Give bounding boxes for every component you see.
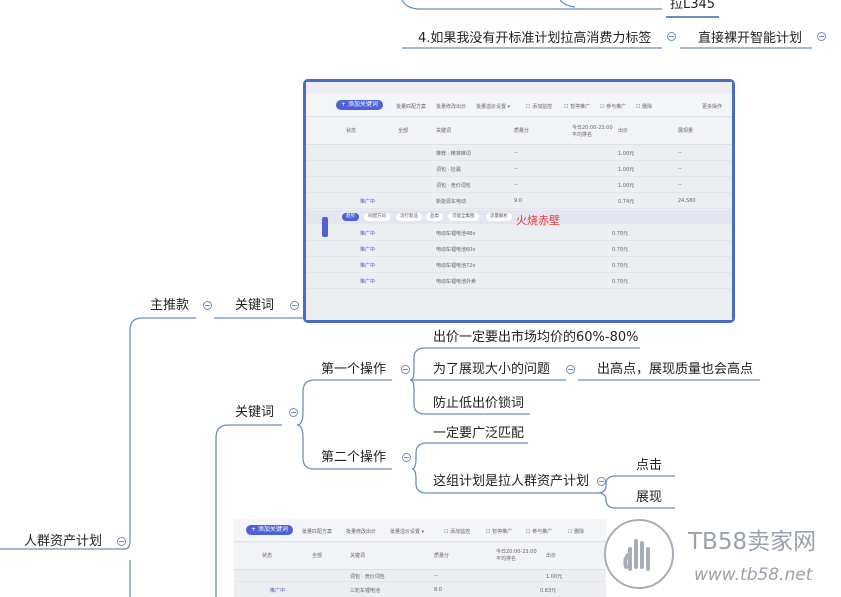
table-row-status: 推广中 xyxy=(270,588,286,594)
header-status: 状态 xyxy=(346,128,357,134)
keyword-screenshot-frame[interactable]: + 添加关键词 批量匹配方案 批量修改出价 批量溢价设置 ▾ ☐ 添加监控 ☐ … xyxy=(303,79,735,323)
header-keyword: 关键词 xyxy=(436,128,452,134)
collapse-toggle-rule4-child[interactable] xyxy=(817,32,826,41)
table-row-price: 1.00元 xyxy=(618,183,635,189)
tag-similar[interactable]: 同配方词 xyxy=(364,213,390,221)
root-node[interactable]: 人群资产计划 xyxy=(24,534,102,550)
collapse-toggle-op1[interactable] xyxy=(401,365,410,374)
table-row-keyword: 词包 · 竞价词包 xyxy=(436,183,471,189)
table-row-status: 推广中 xyxy=(360,263,376,269)
header-all: 全部 xyxy=(398,128,409,134)
op1-label: 第一个操作 xyxy=(321,362,387,377)
op1-item-1[interactable]: 出价一定要出市场均价的60%-80% xyxy=(433,330,638,346)
header-impressions: 展现量 xyxy=(678,128,694,134)
header-price-2: 出价 xyxy=(546,553,557,559)
add-keyword-button[interactable]: + 添加关键词 xyxy=(336,100,383,110)
op2-sub-click-label: 点击 xyxy=(636,458,663,473)
tag-traffic[interactable]: 流量解析 xyxy=(486,213,512,221)
table-row-keyword: 电动车锂电池48v xyxy=(436,231,476,237)
collapse-toggle-op2[interactable] xyxy=(402,453,411,462)
op1-item-2-label: 为了展现大小的问题 xyxy=(433,362,551,377)
table-row-status: 推广中 xyxy=(360,247,376,253)
table-row-keyword: 电动车锂电池72v xyxy=(436,263,476,269)
main-push-node[interactable]: 主推款 xyxy=(150,298,189,314)
collapse-toggle-op2-item-2[interactable] xyxy=(597,477,606,486)
table-row-status: 推广中 xyxy=(360,231,376,237)
keyword-a-label: 关键词 xyxy=(235,298,275,313)
keyword-table-screenshot: + 添加关键词 批量匹配方案 批量修改出价 批量溢价设置 ▾ ☐ 添加监控 ☐ … xyxy=(306,82,732,320)
header-status-2: 状态 xyxy=(262,553,273,559)
rule4-label: 4.如果我没有开标准计划拉高消费力标签 xyxy=(418,31,652,46)
table-row-keyword: 词包 · 竞价词包 xyxy=(350,574,385,580)
op1-item-2[interactable]: 为了展现大小的问题 xyxy=(433,362,550,378)
op2-item-2-label: 这组计划是拉人群资产计划 xyxy=(433,474,590,489)
table-row-price: 0.74元 xyxy=(618,199,635,205)
header-quality: 质量分 xyxy=(514,128,530,134)
op2-sub-click[interactable]: 点击 xyxy=(636,458,662,474)
op2-node[interactable]: 第二个操作 xyxy=(321,450,386,466)
op2-item-1[interactable]: 一定要广泛匹配 xyxy=(433,426,524,442)
header-quality-2: 质量分 xyxy=(434,553,450,559)
table-row-status: 推广中 xyxy=(360,279,376,285)
op2-item-2[interactable]: 这组计划是拉人群资产计划 xyxy=(433,474,589,490)
collapse-toggle-root[interactable] xyxy=(117,537,126,546)
header-rank-2: 今日20:00-23:00 平均排名 xyxy=(496,549,537,562)
header-all-2: 全部 xyxy=(312,553,323,559)
table-row-keyword: 电动车锂电池外卖 xyxy=(436,279,477,285)
collapse-toggle-keyword-a[interactable] xyxy=(290,301,299,310)
keyword-node-a[interactable]: 关键词 xyxy=(235,298,274,314)
header-price: 出价 xyxy=(618,128,629,134)
rule4-child-label: 直接裸开智能计划 xyxy=(698,31,803,46)
table-row-keyword: 电动车锂电池60v xyxy=(436,247,476,253)
op1-sub-item[interactable]: 出高点，展现质量也会高点 xyxy=(597,362,753,378)
op2-sub-impression[interactable]: 展现 xyxy=(636,490,662,506)
table-row-keyword: 三轮车锂电池 xyxy=(350,588,381,594)
table-row-price: 1.00元 xyxy=(618,167,635,173)
op2-label: 第二个操作 xyxy=(321,450,387,465)
tag-trend[interactable]: 趋势 xyxy=(342,213,359,221)
collapse-toggle-keyword-b[interactable] xyxy=(289,408,298,417)
collapse-toggle-op1-item-2[interactable] xyxy=(566,365,575,374)
top-leaf-node[interactable]: 拉L345 xyxy=(666,0,720,18)
table-row-price: 1.00元 xyxy=(618,151,635,157)
op1-item-3-label: 防止低出价锁词 xyxy=(433,396,525,411)
collapse-toggle-main-push[interactable] xyxy=(203,301,212,310)
op2-sub-impression-label: 展现 xyxy=(636,490,663,505)
keyword-table-screenshot-2: + 添加关键词 批量匹配方案 批量修改出价 批量溢价设置 ▾ ☐ 添加监控 ☐ … xyxy=(234,519,606,597)
collapse-toggle-rule4[interactable] xyxy=(667,32,676,41)
op1-sub-label: 出高点，展现质量也会高点 xyxy=(597,362,754,377)
op2-item-1-label: 一定要广泛匹配 xyxy=(433,426,525,441)
root-label: 人群资产计划 xyxy=(24,534,103,549)
watermark-brand: TB58卖家网 xyxy=(688,529,817,555)
table-row-keyword: 推荐 · 精准推词 xyxy=(436,151,471,157)
watermark-url: www.tb58.net xyxy=(694,565,813,585)
table-row-price: 0.70元 xyxy=(612,263,629,269)
top-leaf-label: 拉L345 xyxy=(670,0,716,12)
rule4-child-node[interactable]: 直接裸开智能计划 xyxy=(698,31,802,47)
table-row-status: 推广中 xyxy=(360,199,376,205)
header-keyword-2: 关键词 xyxy=(350,553,366,559)
main-push-label: 主推款 xyxy=(150,298,190,313)
tag-new[interactable]: 流行新品 xyxy=(396,213,422,221)
op1-item-3[interactable]: 防止低出价锁词 xyxy=(433,396,524,412)
keyword-b-label: 关键词 xyxy=(235,405,275,420)
keyword-node-b[interactable]: 关键词 xyxy=(235,405,274,421)
table-row-price: 0.70元 xyxy=(612,247,629,253)
table-row-keyword: 新能源车电动 xyxy=(436,199,467,205)
table-row-price: 0.83元 xyxy=(540,588,557,594)
tag-full-image[interactable]: 可能全集图 xyxy=(448,213,479,221)
op1-item-1-label: 出价一定要出市场均价的60%-80% xyxy=(433,330,639,345)
watermark-logo-icon xyxy=(604,519,674,589)
tag-category[interactable]: 品类 xyxy=(426,213,443,221)
table-row-price: 0.70元 xyxy=(612,231,629,237)
table-row-keyword: 词包 · 捡漏 xyxy=(436,167,461,173)
table-row-price: 0.70元 xyxy=(612,279,629,285)
table-row-price: 1.00元 xyxy=(546,574,563,580)
op1-node[interactable]: 第一个操作 xyxy=(321,362,386,378)
add-keyword-button-2[interactable]: + 添加关键词 xyxy=(246,525,293,535)
header-rank: 今日20:00-23:00 平均排名 xyxy=(572,125,613,138)
rule4-node[interactable]: 4.如果我没有开标准计划拉高消费力标签 xyxy=(418,31,651,47)
